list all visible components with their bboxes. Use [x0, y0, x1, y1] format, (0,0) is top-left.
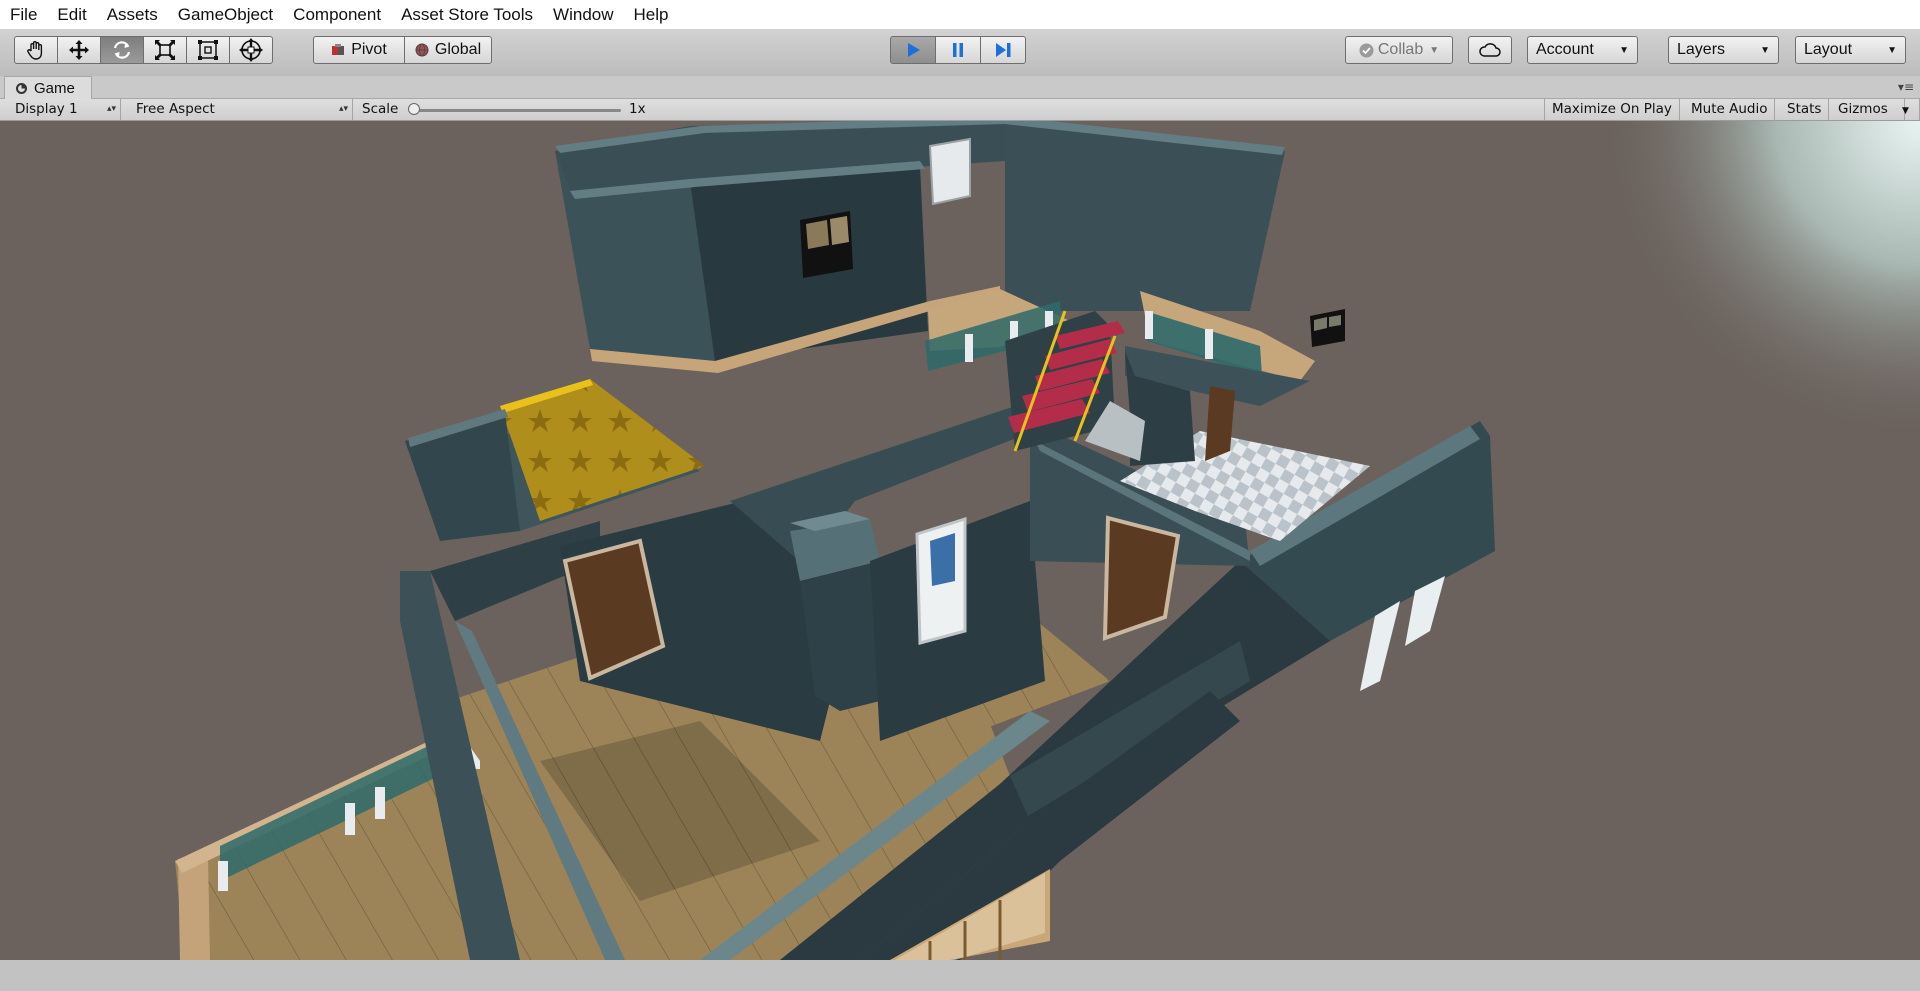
menu-bar: File Edit Assets GameObject Component As…	[0, 0, 1920, 29]
play-icon	[908, 43, 920, 57]
updown-arrows-icon: ▴▾	[106, 104, 116, 114]
upper-window	[800, 211, 853, 278]
menu-component[interactable]: Component	[283, 0, 391, 29]
main-toolbar: Pivot Global Collab ▼ Account ▼ Layers ▼…	[0, 29, 1920, 77]
pivot-label: Pivot	[351, 41, 387, 58]
updown-arrows-icon: ▴▾	[338, 104, 348, 114]
menu-help[interactable]: Help	[624, 0, 679, 29]
pivot-button[interactable]: Pivot	[313, 36, 405, 64]
menu-window[interactable]: Window	[543, 0, 623, 29]
maximize-on-play-toggle[interactable]: Maximize On Play	[1544, 99, 1680, 120]
rotate-icon	[113, 41, 131, 59]
step-icon	[996, 43, 1011, 57]
scale-icon	[155, 40, 175, 60]
chevron-down-icon: ▼	[1887, 44, 1897, 56]
pivot-icon	[332, 44, 345, 55]
rect-tool-button[interactable]	[186, 36, 230, 64]
check-circle-icon	[1359, 43, 1374, 57]
layers-dropdown[interactable]: Layers ▼	[1668, 36, 1779, 64]
move-icon	[69, 40, 89, 60]
camera-icon	[16, 82, 27, 94]
display-dropdown[interactable]: Display 1 ▴▾	[8, 99, 121, 120]
transform-tool-button[interactable]	[229, 36, 273, 64]
aspect-dropdown[interactable]: Free Aspect ▴▾	[129, 99, 353, 120]
collab-button[interactable]: Collab ▼	[1345, 36, 1453, 64]
pivot-global-group: Pivot Global	[313, 36, 492, 66]
gizmos-dropdown[interactable]: ▼	[1898, 99, 1920, 120]
pause-button[interactable]	[935, 36, 981, 64]
step-button[interactable]	[980, 36, 1026, 64]
chevron-down-icon: ▼	[1902, 106, 1909, 116]
scale-tool-button[interactable]	[143, 36, 187, 64]
transform-tools-group	[14, 36, 273, 66]
transform-icon	[239, 38, 263, 62]
cloud-icon	[1479, 43, 1501, 57]
global-button[interactable]: Global	[404, 36, 492, 64]
layout-label: Layout	[1804, 41, 1853, 58]
rect-icon	[198, 40, 218, 60]
menu-asset-store-tools[interactable]: Asset Store Tools	[391, 0, 543, 29]
aspect-label: Free Aspect	[136, 101, 215, 117]
hand-tool-button[interactable]	[14, 36, 58, 64]
rotate-tool-button[interactable]	[100, 36, 144, 64]
menu-gameobject[interactable]: GameObject	[168, 0, 283, 29]
playback-group	[890, 36, 1026, 66]
menu-file[interactable]: File	[0, 0, 47, 29]
menu-edit[interactable]: Edit	[47, 0, 96, 29]
scale-value: 1x	[629, 101, 646, 117]
mute-audio-toggle[interactable]: Mute Audio	[1684, 99, 1776, 120]
layers-label: Layers	[1677, 41, 1726, 58]
account-dropdown[interactable]: Account ▼	[1527, 36, 1638, 64]
hand-icon	[27, 41, 43, 60]
display-label: Display 1	[15, 101, 78, 117]
scale-slider-track[interactable]	[415, 109, 621, 112]
game-viewport[interactable]	[0, 121, 1920, 960]
status-bar	[0, 960, 1920, 991]
chevron-down-icon: ▼	[1760, 44, 1770, 56]
chevron-down-icon: ▼	[1429, 44, 1440, 56]
stats-toggle[interactable]: Stats	[1780, 99, 1830, 120]
game-view-toolbar: Display 1 ▴▾ Free Aspect ▴▾ Scale 1x Max…	[0, 99, 1920, 121]
account-label: Account	[1536, 41, 1594, 58]
gizmos-button[interactable]: Gizmos	[1831, 99, 1905, 120]
house-scene	[0, 121, 1920, 960]
game-tab-bar: Game ▾≡	[0, 76, 1920, 99]
chevron-down-icon: ▼	[1619, 44, 1629, 56]
global-label: Global	[434, 41, 482, 58]
game-tab-title: Game	[34, 79, 75, 97]
cloud-button[interactable]	[1468, 36, 1512, 64]
menu-assets[interactable]: Assets	[97, 0, 168, 29]
scale-slider-thumb[interactable]	[408, 103, 420, 115]
scale-label: Scale	[362, 101, 399, 117]
move-tool-button[interactable]	[57, 36, 101, 64]
layout-dropdown[interactable]: Layout ▼	[1795, 36, 1906, 64]
play-button[interactable]	[890, 36, 936, 64]
pause-icon	[953, 43, 963, 57]
globe-icon	[415, 43, 429, 57]
tab-game[interactable]: Game	[4, 76, 92, 99]
collab-label: Collab	[1377, 41, 1424, 58]
tab-menu-icon[interactable]: ▾≡	[1898, 80, 1914, 94]
